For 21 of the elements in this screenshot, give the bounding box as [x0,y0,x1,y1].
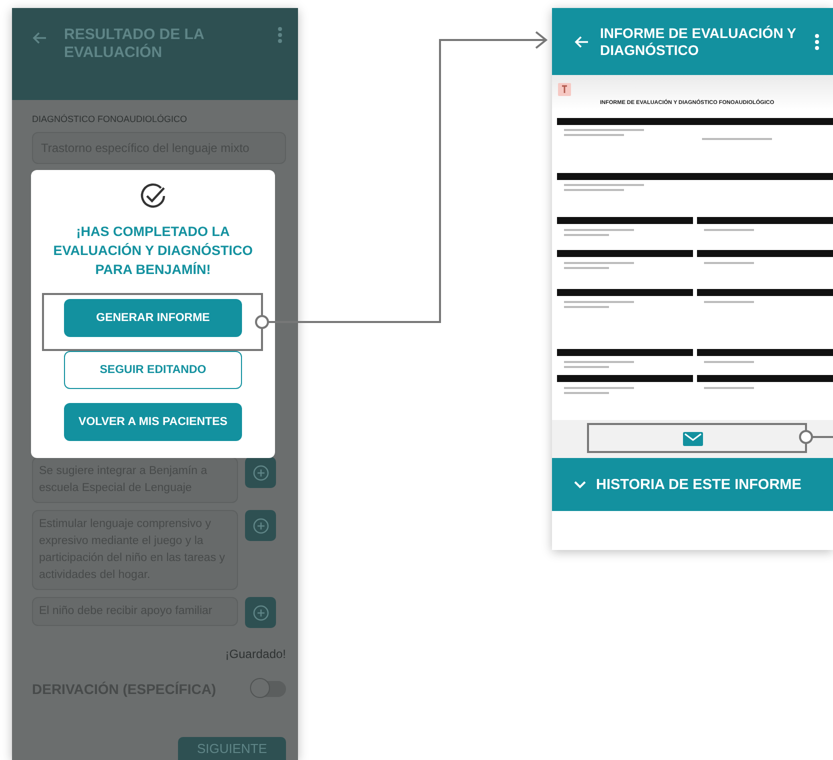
more-menu-icon[interactable] [278,26,282,44]
screen-title: INFORME DE EVALUACIÓN Y DIAGNÓSTICO [600,24,798,58]
toggle-switch[interactable] [252,681,286,697]
save-status: ¡Guardado! [225,647,286,661]
dialog-button[interactable]: GENERAR INFORME [64,299,242,337]
back-arrow-icon[interactable] [32,30,48,46]
add-button[interactable] [245,457,276,488]
mail-icon[interactable] [682,432,702,446]
dialog-message: ¡HAS COMPLETADO LA EVALUACIÓN Y DIAGNÓSTICO PARA BENJAMÍN! [52,223,254,279]
more-menu-icon[interactable] [815,32,819,50]
plus-circle-icon [252,464,268,480]
plus-circle-icon [252,518,268,534]
check-circle-icon [139,182,167,210]
field-label: DIAGNÓSTICO FONOAUDIOLÓGICO [32,114,188,124]
history-bar[interactable]: HISTORIA DE ESTE INFORME [552,458,833,511]
chevron-down-icon [574,480,586,488]
logo-icon [558,83,571,96]
dialog-button[interactable]: SEGUIR EDITANDO [64,351,242,389]
plus-circle-icon [252,604,268,620]
dialog-button[interactable]: VOLVER A MIS PACIENTES [64,403,242,441]
back-arrow-icon[interactable] [574,34,590,50]
